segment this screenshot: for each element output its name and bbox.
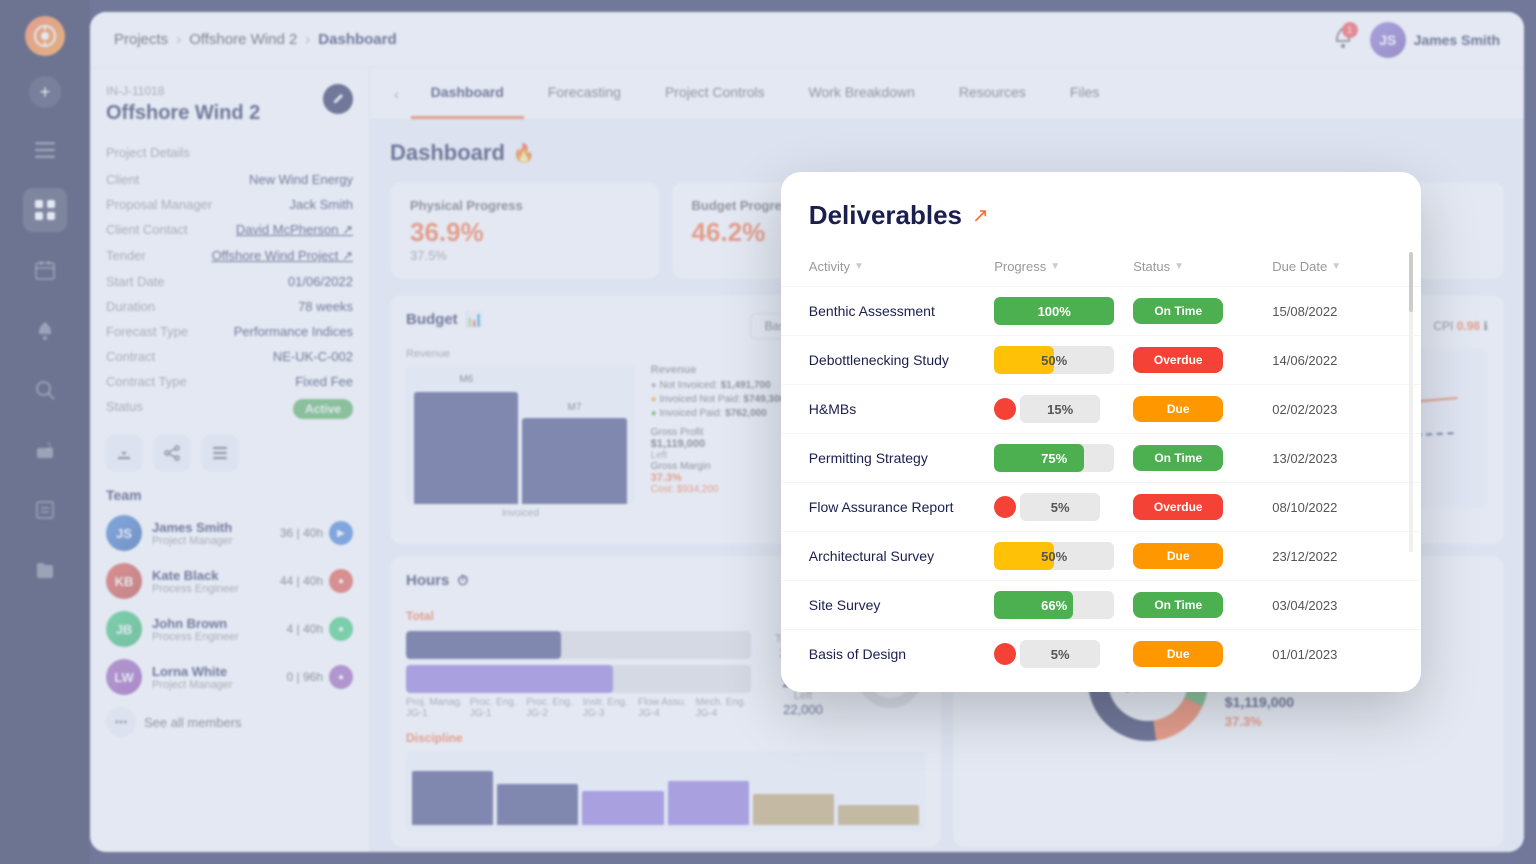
duedate-permitting: 13/02/2023 <box>1272 451 1393 466</box>
progress-dot-hmbs <box>994 398 1016 420</box>
table-row-benthic: Benthic Assessment 100% On Time 15/08/20… <box>781 286 1421 335</box>
table-row-architectural: Architectural Survey 50% Due 23/12/2022 <box>781 531 1421 580</box>
activity-basis-of-design: Basis of Design <box>809 646 994 662</box>
status-debottlenecking: Overdue <box>1133 347 1223 373</box>
table-row-flow-assurance: Flow Assurance Report 5% Overdue 08/10/2… <box>781 482 1421 531</box>
column-activity[interactable]: Activity ▼ <box>809 259 994 274</box>
app-container: + <box>0 0 1536 864</box>
table-row-basis-of-design: Basis of Design 5% Due 01/01/2023 <box>781 629 1421 678</box>
duedate-flow-assurance: 08/10/2022 <box>1272 500 1393 515</box>
modal-header: Deliverables ↗ <box>781 200 1421 231</box>
scrollbar-thumb[interactable] <box>1409 252 1413 312</box>
table-row-permitting: Permitting Strategy 75% On Time 13/02/20… <box>781 433 1421 482</box>
status-architectural: Due <box>1133 543 1223 569</box>
activity-benthic: Benthic Assessment <box>809 303 994 319</box>
status-benthic: On Time <box>1133 298 1223 324</box>
progress-flow-assurance: 5% <box>1020 493 1100 521</box>
table-row-site-survey: Site Survey 66% On Time 03/04/2023 <box>781 580 1421 629</box>
sort-duedate-icon: ▼ <box>1331 261 1341 272</box>
scrollbar-track <box>1409 252 1413 552</box>
duedate-hmbs: 02/02/2023 <box>1272 402 1393 417</box>
deliverables-modal: Deliverables ↗ Activity ▼ Progress ▼ Sta… <box>781 172 1421 692</box>
column-due-date[interactable]: Due Date ▼ <box>1272 259 1393 274</box>
deliverables-table: Activity ▼ Progress ▼ Status ▼ Due Date … <box>781 251 1421 678</box>
sort-status-icon: ▼ <box>1174 261 1184 272</box>
status-flow-assurance: Overdue <box>1133 494 1223 520</box>
activity-architectural: Architectural Survey <box>809 548 994 564</box>
progress-permitting: 75% <box>994 444 1114 472</box>
modal-title: Deliverables <box>809 200 962 231</box>
status-basis-of-design: Due <box>1133 641 1223 667</box>
table-row-hmbs: H&MBs 15% Due 02/02/2023 <box>781 384 1421 433</box>
progress-debottlenecking: 50% <box>994 346 1114 374</box>
duedate-site-survey: 03/04/2023 <box>1272 598 1393 613</box>
activity-debottlenecking: Debottlenecking Study <box>809 352 994 368</box>
column-status[interactable]: Status ▼ <box>1133 259 1272 274</box>
column-progress[interactable]: Progress ▼ <box>994 259 1133 274</box>
progress-site-survey: 66% <box>994 591 1114 619</box>
table-row-debottlenecking: Debottlenecking Study 50% Overdue 14/06/… <box>781 335 1421 384</box>
duedate-debottlenecking: 14/06/2022 <box>1272 353 1393 368</box>
progress-benthic: 100% <box>994 297 1114 325</box>
status-hmbs: Due <box>1133 396 1223 422</box>
duedate-architectural: 23/12/2022 <box>1272 549 1393 564</box>
progress-architectural: 50% <box>994 542 1114 570</box>
progress-hmbs: 15% <box>1020 395 1100 423</box>
activity-site-survey: Site Survey <box>809 597 994 613</box>
activity-hmbs: H&MBs <box>809 401 994 417</box>
table-header: Activity ▼ Progress ▼ Status ▼ Due Date … <box>781 251 1421 282</box>
sort-progress-icon: ▼ <box>1050 261 1060 272</box>
activity-flow-assurance: Flow Assurance Report <box>809 499 994 515</box>
status-site-survey: On Time <box>1133 592 1223 618</box>
progress-dot-basis <box>994 643 1016 665</box>
progress-basis-of-design: 5% <box>1020 640 1100 668</box>
sort-activity-icon: ▼ <box>854 261 864 272</box>
activity-permitting: Permitting Strategy <box>809 450 994 466</box>
duedate-benthic: 15/08/2022 <box>1272 304 1393 319</box>
status-permitting: On Time <box>1133 445 1223 471</box>
duedate-basis-of-design: 01/01/2023 <box>1272 647 1393 662</box>
modal-link-icon[interactable]: ↗ <box>972 203 989 228</box>
progress-dot-flow <box>994 496 1016 518</box>
